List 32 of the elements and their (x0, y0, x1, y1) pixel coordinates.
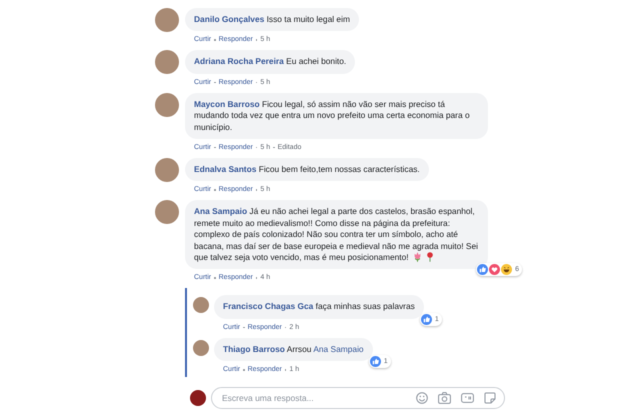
reply-input-field[interactable]: Escreva uma resposta... (222, 393, 406, 404)
separator-dot (214, 39, 216, 41)
comment-text: Thiago Barroso Arrsou Ana Sampaio (214, 338, 373, 362)
reply-box[interactable]: Escreva uma resposta... (211, 387, 505, 410)
comment-text: Francisco Chagas Gca faça minhas suas palavras (214, 295, 424, 319)
avatar-photo[interactable] (193, 340, 209, 356)
comment-text: Adriana Rocha Pereira Eu achei bonito. (185, 50, 356, 74)
avatar-photo[interactable] (155, 200, 179, 224)
laughing-reaction-icon (501, 264, 512, 276)
camera-icon[interactable] (438, 392, 451, 404)
comment-text: Maycon Barroso Ficou legal, só assim não vão ser mais preciso tá mudando toda vez que entra um novo prefeito uma certa economia para o município. (185, 92, 488, 140)
comment-text: Ana Sampaio Já eu não achei legal a parte dos castelos, brasão espanhol, remete muito ao medievalismo!! Como disse na página da prefeitura: complexo de país colonizado! Não sou contra ter um símbolo, acho até bacana, mas daí ser de base europeia e medieval não me agrada muito! Sei que talvez seja voto vencido, mas é meu posicionamento! (185, 200, 488, 270)
comment-text: Danilo Gonçalves Isso ta muito legal eim (185, 8, 359, 32)
avatar-photo[interactable] (193, 297, 209, 314)
comment-text: Ednalva Santos Ficou bem feito,tem nossas características. (185, 158, 429, 182)
separator-dot (243, 369, 245, 371)
mention-link[interactable]: Ana Sampaio (313, 344, 364, 354)
avatar-photo[interactable] (155, 92, 179, 117)
separator-dot (214, 189, 216, 191)
emoji-icon[interactable] (416, 392, 428, 404)
avatar-photo[interactable] (155, 8, 179, 32)
like-reaction-icon (370, 356, 381, 368)
sticker-icon[interactable] (484, 392, 496, 404)
avatar-photo[interactable] (155, 158, 179, 182)
like-reaction-icon (420, 314, 432, 325)
avatar-photo (190, 390, 206, 406)
rose-icon (426, 252, 434, 262)
tulip-icon (412, 252, 422, 262)
avatar-photo[interactable] (155, 50, 179, 74)
separator-dot (214, 277, 216, 279)
love-reaction-icon (489, 264, 500, 276)
like-reaction-icon (477, 264, 488, 276)
